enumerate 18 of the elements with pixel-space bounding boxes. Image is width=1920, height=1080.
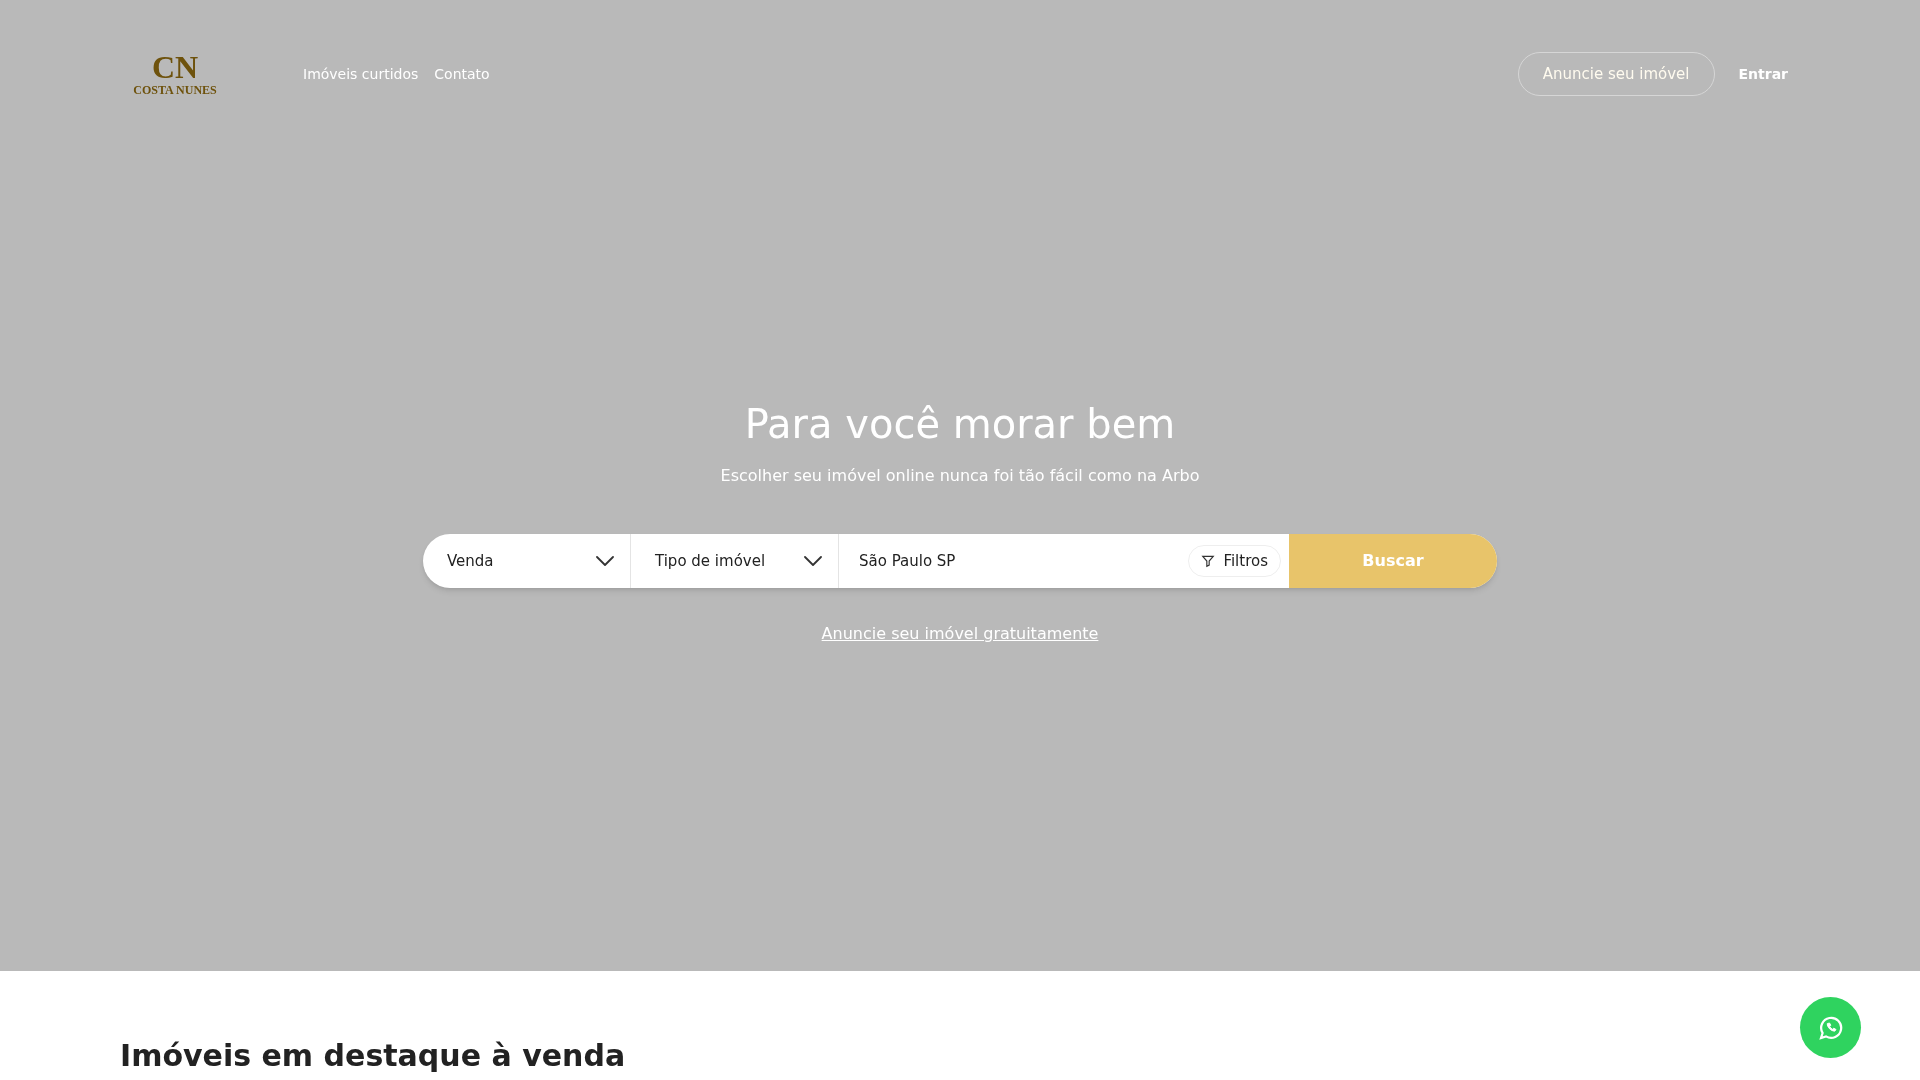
chevron-down-icon <box>804 556 822 566</box>
search-button[interactable]: Buscar <box>1289 534 1497 588</box>
logo-monogram: CN <box>151 51 199 83</box>
login-link[interactable]: Entrar <box>1738 63 1788 85</box>
hero-title: Para você morar bem <box>744 400 1176 449</box>
logo[interactable]: CN COSTA NUNES <box>130 51 220 97</box>
chevron-down-icon <box>596 556 614 566</box>
advertise-link[interactable]: Anuncie seu imóvel gratuitamente <box>821 622 1099 646</box>
hero-subtitle: Escolher seu imóvel online nunca foi tão fácil como na Arbo <box>720 465 1200 487</box>
nav-link[interactable]: Imóveis curtidos <box>303 63 419 85</box>
location-field[interactable]: São Paulo SP <box>859 549 1189 573</box>
property-type-select[interactable]: Tipo de imóvel <box>631 534 839 588</box>
filter-icon <box>1201 554 1216 568</box>
logo-name: COSTA NUNES <box>133 83 217 97</box>
deal-select[interactable]: Venda <box>423 534 631 588</box>
whatsapp-button[interactable] <box>1800 997 1861 1058</box>
nav-link[interactable]: Contato <box>434 63 490 85</box>
section-title: Imóveis em destaque à venda <box>120 1037 627 1075</box>
